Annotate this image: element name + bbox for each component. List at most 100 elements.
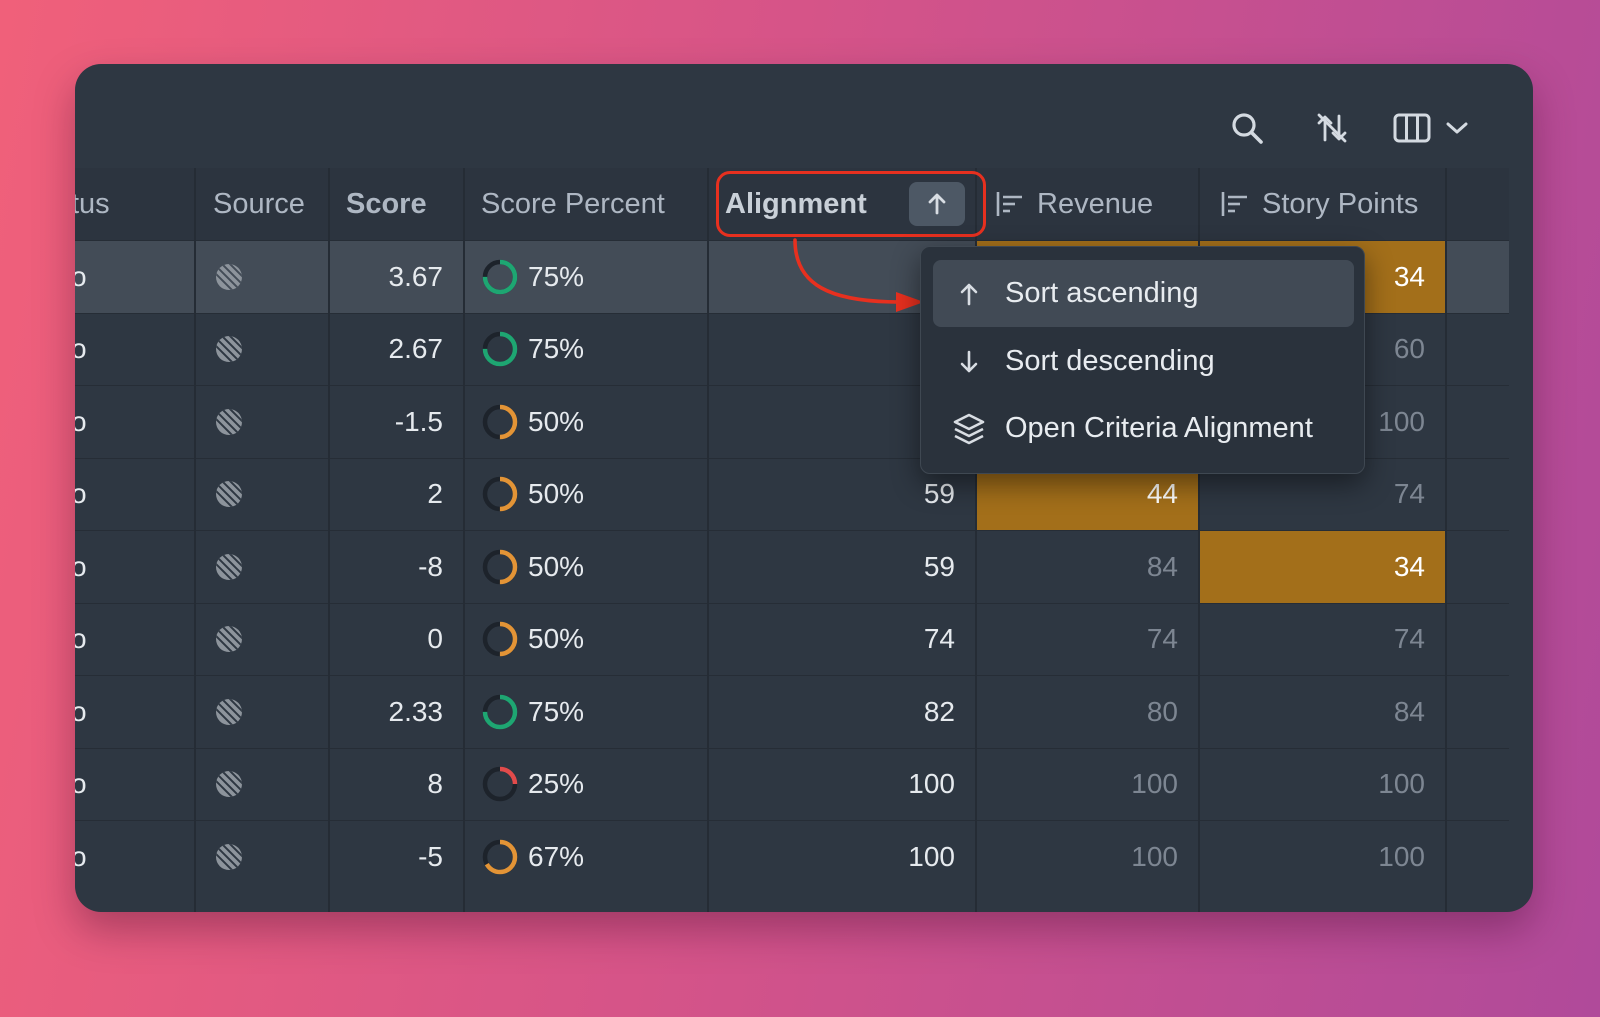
status-cell: o xyxy=(75,695,87,727)
progress-ring-icon xyxy=(482,549,518,584)
source-cell xyxy=(194,604,326,676)
score-percent-label: 75% xyxy=(528,260,585,292)
revenue-cell: 80 xyxy=(1146,695,1178,727)
source-cell xyxy=(194,241,326,313)
source-icon xyxy=(216,553,242,580)
source-cell xyxy=(194,821,326,893)
arrow-up-icon xyxy=(928,193,946,215)
search-icon xyxy=(1232,113,1263,144)
table-window: tus Source Score Score Percent Alignment xyxy=(75,64,1533,912)
progress-ring-icon xyxy=(482,259,518,294)
source-icon xyxy=(216,481,242,508)
score-percent-cell: 25% xyxy=(463,749,705,821)
score-percent-cell: 67% xyxy=(463,821,705,893)
columns-menu-button[interactable] xyxy=(1393,108,1483,148)
arrow-down-icon xyxy=(960,350,978,372)
source-icon xyxy=(216,408,242,435)
score-cell: 2.33 xyxy=(388,695,444,727)
column-header-score[interactable]: Score xyxy=(328,168,461,240)
menu-item-label: Sort descending xyxy=(1005,345,1215,377)
progress-ring-icon xyxy=(482,404,518,439)
table-row[interactable]: o -5 67% 100 100 100 xyxy=(75,820,1509,893)
revenue-cell: 100 xyxy=(1131,840,1178,872)
source-cell xyxy=(194,749,326,821)
source-cell xyxy=(194,314,326,386)
revenue-cell: 84 xyxy=(1146,550,1178,582)
source-icon xyxy=(216,263,242,290)
sort-ascending-indicator[interactable] xyxy=(909,182,965,226)
score-percent-label: 75% xyxy=(528,333,585,365)
score-cell: 2.67 xyxy=(388,333,444,365)
score-percent-label: 50% xyxy=(528,405,585,437)
score-percent-label: 50% xyxy=(528,550,585,582)
column-header-score-percent[interactable]: Score Percent xyxy=(463,168,705,240)
sort-descending-item[interactable]: Sort descending xyxy=(933,328,1354,395)
progress-ring-icon xyxy=(482,332,518,367)
status-cell: o xyxy=(75,333,87,365)
table-row[interactable]: o 2.33 75% 82 80 84 xyxy=(75,675,1509,748)
source-icon xyxy=(216,771,242,798)
open-criteria-alignment-item[interactable]: Open Criteria Alignment xyxy=(933,395,1354,462)
story-points-cell: 100 xyxy=(1378,840,1425,872)
score-cell: -1.5 xyxy=(394,405,443,437)
score-cell: 0 xyxy=(427,623,443,655)
story-points-cell: 34 xyxy=(1200,531,1445,603)
table-row[interactable]: o 0 50% 74 74 74 xyxy=(75,602,1509,676)
status-cell: o xyxy=(75,260,87,292)
column-header-revenue[interactable]: Revenue xyxy=(975,168,1198,240)
columns-icon xyxy=(1393,113,1431,143)
score-percent-label: 50% xyxy=(528,623,585,655)
source-cell xyxy=(194,459,326,531)
column-header-alignment[interactable]: Alignment xyxy=(707,168,973,240)
menu-item-label: Sort ascending xyxy=(1005,277,1199,309)
score-percent-cell: 75% xyxy=(463,314,705,386)
sort-toggle-button[interactable] xyxy=(1310,108,1354,148)
score-cell: -5 xyxy=(418,840,443,872)
criteria-icon xyxy=(1221,192,1247,216)
status-cell: o xyxy=(75,768,87,800)
table-row[interactable]: o 8 25% 100 100 100 xyxy=(75,747,1509,821)
alignment-cell: 82 xyxy=(923,695,955,727)
arrow-up-icon xyxy=(960,283,978,305)
criteria-icon xyxy=(996,192,1022,216)
chevron-down-icon xyxy=(1446,122,1468,134)
status-cell: o xyxy=(75,550,87,582)
menu-item-label: Open Criteria Alignment xyxy=(1005,412,1313,444)
alignment-cell: 59 xyxy=(923,550,955,582)
status-cell: o xyxy=(75,840,87,872)
score-cell: 8 xyxy=(427,768,443,800)
toolbar xyxy=(75,64,1533,168)
search-button[interactable] xyxy=(1225,108,1269,148)
status-cell: o xyxy=(75,405,87,437)
score-percent-cell: 75% xyxy=(463,241,705,313)
progress-ring-icon xyxy=(482,694,518,729)
progress-ring-icon xyxy=(482,767,518,802)
sort-off-icon xyxy=(1317,113,1347,143)
progress-ring-icon xyxy=(482,477,518,512)
source-cell xyxy=(194,531,326,603)
revenue-cell: 100 xyxy=(1131,768,1178,800)
layers-icon xyxy=(953,413,985,444)
source-icon xyxy=(216,626,242,653)
score-percent-label: 75% xyxy=(528,695,585,727)
source-cell xyxy=(194,676,326,748)
column-header-source[interactable]: Source xyxy=(194,168,326,240)
column-header-story-points[interactable]: Story Points xyxy=(1200,168,1445,240)
source-icon xyxy=(216,336,242,363)
source-icon xyxy=(216,843,242,870)
story-points-cell: 100 xyxy=(1378,768,1425,800)
table-header: tus Source Score Score Percent Alignment xyxy=(75,168,1509,240)
alignment-cell: 100 xyxy=(908,768,955,800)
source-icon xyxy=(216,698,242,725)
table-row[interactable]: o -8 50% 59 84 34 xyxy=(75,530,1509,603)
status-cell: o xyxy=(75,623,87,655)
source-cell xyxy=(194,386,326,458)
alignment-cell: 100 xyxy=(908,840,955,872)
sort-ascending-item[interactable]: Sort ascending xyxy=(933,260,1354,327)
score-percent-cell: 50% xyxy=(463,531,705,603)
score-percent-label: 50% xyxy=(528,478,585,510)
sort-menu: Sort ascending Sort descending Open Crit… xyxy=(920,246,1365,474)
score-cell: 2 xyxy=(427,478,443,510)
score-percent-label: 25% xyxy=(528,768,585,800)
column-header-status[interactable]: tus xyxy=(75,168,192,240)
